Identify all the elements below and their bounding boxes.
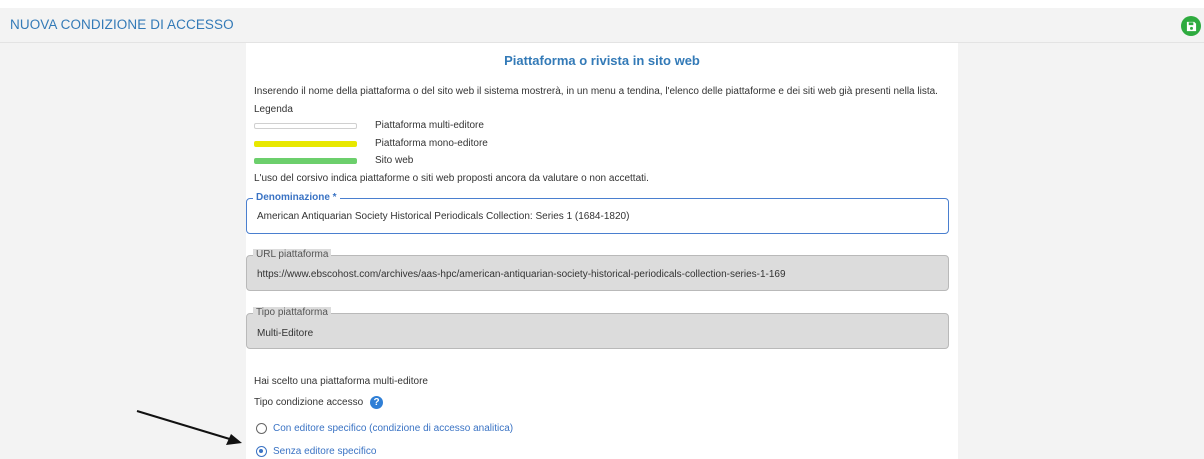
annotation-arrow [136,410,242,445]
